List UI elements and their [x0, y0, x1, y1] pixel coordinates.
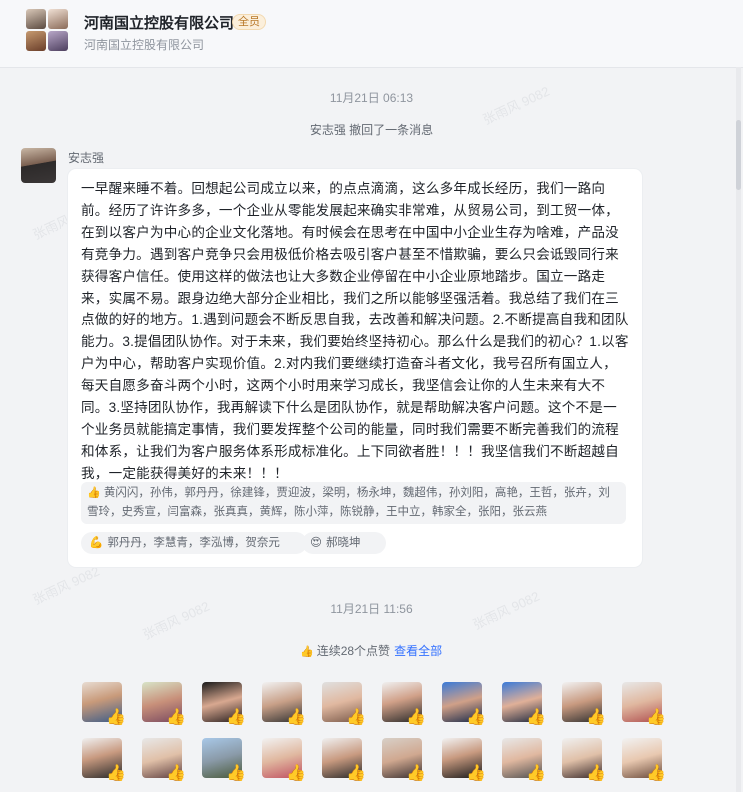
timestamp: 11月21日 11:56: [330, 602, 413, 616]
reaction-names: 郭丹丹，李慧青，李泓博，贺奈元: [107, 537, 280, 549]
liker-avatar[interactable]: 👍: [562, 738, 606, 782]
thumbs-up-icon: 👍: [226, 709, 246, 726]
liker-avatar[interactable]: 👍: [322, 738, 366, 782]
member-avatar: [26, 9, 46, 29]
liker-avatar[interactable]: 👍: [82, 682, 126, 726]
recall-notice: 安志强 撤回了一条消息: [309, 123, 434, 137]
thumbs-up-icon: 👍: [586, 709, 606, 726]
liker-avatar[interactable]: 👍: [622, 682, 666, 726]
likes-list: 👍 黄闪闪，孙伟，郭丹丹，徐建锋，贾迎波，梁明，杨永坤，魏超伟，孙刘阳，高艳，王…: [81, 482, 626, 524]
liker-avatar[interactable]: 👍: [382, 682, 426, 726]
member-avatar: [48, 9, 68, 29]
thumbs-up-icon: 👍: [526, 765, 546, 782]
liker-avatar[interactable]: 👍: [502, 738, 546, 782]
scrollbar-thumb[interactable]: [736, 120, 741, 190]
chat-title[interactable]: 河南国立控股有限公司: [84, 12, 234, 33]
group-avatar[interactable]: [26, 9, 68, 51]
chat-subtitle: 河南国立控股有限公司: [84, 38, 205, 52]
liker-avatar[interactable]: 👍: [82, 738, 126, 782]
heart-eyes-icon: 😍: [310, 537, 322, 549]
thumbs-up-icon: 👍: [106, 709, 126, 726]
thumbs-up-icon: 👍: [166, 709, 186, 726]
thumbs-up-icon: 👍: [466, 709, 486, 726]
liker-avatar[interactable]: 👍: [622, 738, 666, 782]
liker-avatar[interactable]: 👍: [502, 682, 546, 726]
chat-header: 河南国立控股有限公司 全员 河南国立控股有限公司: [0, 0, 743, 68]
thumbs-up-icon: 👍: [406, 709, 426, 726]
sender-name[interactable]: 安志强: [68, 149, 104, 166]
thumbs-up-icon: 👍: [586, 765, 606, 782]
reaction-names: 郝晓坤: [326, 537, 361, 549]
thumbs-up-icon: 👍: [346, 709, 366, 726]
liker-avatar[interactable]: 👍: [382, 738, 426, 782]
thumbs-up-icon: 👍: [106, 765, 126, 782]
like-names[interactable]: 黄闪闪，孙伟，郭丹丹，徐建锋，贾迎波，梁明，杨永坤，魏超伟，孙刘阳，高艳，王哲，…: [87, 487, 610, 518]
reaction-heart-eyes[interactable]: 😍 郝晓坤: [302, 532, 386, 554]
thumbs-up-icon: 👍: [646, 765, 666, 782]
likes-count-text: 连续28个点赞: [316, 644, 391, 658]
liker-avatar[interactable]: 👍: [262, 682, 306, 726]
liker-avatar[interactable]: 👍: [142, 682, 186, 726]
timestamp: 11月21日 06:13: [329, 91, 414, 105]
liker-avatar[interactable]: 👍: [142, 738, 186, 782]
liker-avatar[interactable]: 👍: [322, 682, 366, 726]
likes-summary: 👍 连续28个点赞 查看全部: [300, 642, 442, 659]
liker-avatar[interactable]: 👍: [262, 738, 306, 782]
liker-avatar[interactable]: 👍: [562, 682, 606, 726]
thumbs-up-icon: 👍: [406, 765, 426, 782]
member-avatar: [48, 31, 68, 51]
thumbs-up-icon: 👍: [346, 765, 366, 782]
muscle-icon: 💪: [89, 537, 104, 549]
liker-avatar[interactable]: 👍: [442, 738, 486, 782]
thumbs-up-icon: 👍: [226, 765, 246, 782]
thumbs-up-icon: 👍: [300, 646, 314, 658]
member-avatar: [26, 31, 46, 51]
liker-avatar[interactable]: 👍: [202, 682, 246, 726]
view-all-link[interactable]: 查看全部: [394, 644, 442, 658]
liker-avatar[interactable]: 👍: [442, 682, 486, 726]
thumbs-up-icon: 👍: [286, 709, 306, 726]
thumbs-up-icon: 👍: [526, 709, 546, 726]
thumbs-up-icon: 👍: [466, 765, 486, 782]
sender-avatar[interactable]: [21, 148, 56, 183]
thumbs-up-icon: 👍: [646, 709, 666, 726]
message-bubble[interactable]: 一早醒来睡不着。回想起公司成立以来，的点点滴滴，这么多年成长经历，我们一路向前。…: [68, 169, 642, 567]
liker-avatar[interactable]: 👍: [202, 738, 246, 782]
thumbs-up-icon: 👍: [87, 487, 101, 499]
thumbs-up-icon: 👍: [286, 765, 306, 782]
all-members-badge: 全员: [232, 14, 266, 30]
message-text: 一早醒来睡不着。回想起公司成立以来，的点点滴滴，这么多年成长经历，我们一路向前。…: [81, 181, 629, 481]
thumbs-up-icon: 👍: [166, 765, 186, 782]
reaction-muscle[interactable]: 💪 郭丹丹，李慧青，李泓博，贺奈元: [81, 532, 307, 554]
